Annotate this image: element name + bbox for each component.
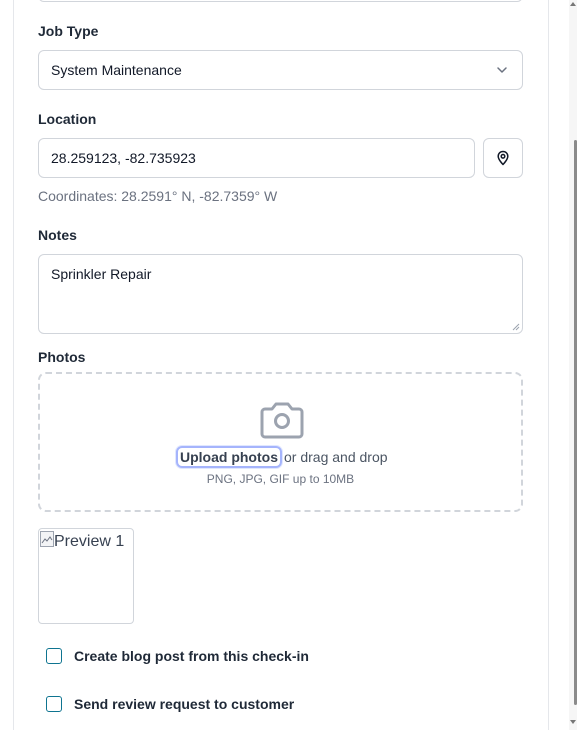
- location-input[interactable]: 28.259123, -82.735923: [38, 138, 475, 178]
- chevron-down-icon: [497, 67, 507, 73]
- camera-icon: [260, 402, 304, 439]
- resize-handle-icon[interactable]: [512, 323, 520, 331]
- broken-image-icon: [40, 531, 54, 547]
- upload-row: Upload photos or drag and drop: [176, 446, 388, 468]
- notes-textarea[interactable]: Sprinkler Repair: [38, 254, 523, 334]
- map-pin-icon: [497, 150, 509, 166]
- photo-preview[interactable]: Preview 1: [38, 528, 134, 624]
- page-scrollbar[interactable]: [569, 0, 577, 730]
- send-review-request-option[interactable]: Send review request to customer: [46, 696, 294, 712]
- send-review-request-checkbox[interactable]: [46, 696, 62, 712]
- photos-label: Photos: [38, 349, 86, 365]
- location-label: Location: [38, 111, 97, 127]
- scroll-up-arrow-icon[interactable]: [570, 2, 576, 6]
- previous-field-input[interactable]: [38, 0, 523, 2]
- job-type-label: Job Type: [38, 23, 99, 39]
- create-blog-post-label: Create blog post from this check-in: [74, 648, 309, 664]
- job-type-value: System Maintenance: [51, 62, 182, 78]
- job-type-select[interactable]: System Maintenance: [38, 50, 523, 90]
- photo-dropzone[interactable]: Upload photos or drag and drop PNG, JPG,…: [38, 372, 523, 512]
- scroll-down-arrow-icon[interactable]: [570, 720, 576, 724]
- coordinates-text: Coordinates: 28.2591° N, -82.7359° W: [38, 188, 278, 204]
- use-current-location-button[interactable]: [483, 138, 523, 178]
- location-value: 28.259123, -82.735923: [51, 150, 196, 166]
- preview-alt-text: Preview 1: [54, 533, 125, 550]
- check-in-form-page: Job Type System Maintenance Location 28.…: [0, 0, 577, 730]
- upload-suffix-text: or drag and drop: [284, 449, 388, 465]
- notes-value: Sprinkler Repair: [51, 266, 152, 282]
- create-blog-post-checkbox[interactable]: [46, 648, 62, 664]
- send-review-request-label: Send review request to customer: [74, 696, 295, 712]
- notes-label: Notes: [38, 227, 77, 243]
- upload-photos-link[interactable]: Upload photos: [176, 446, 282, 468]
- create-blog-post-option[interactable]: Create blog post from this check-in: [46, 648, 309, 664]
- upload-hint-text: PNG, JPG, GIF up to 10MB: [206, 472, 355, 486]
